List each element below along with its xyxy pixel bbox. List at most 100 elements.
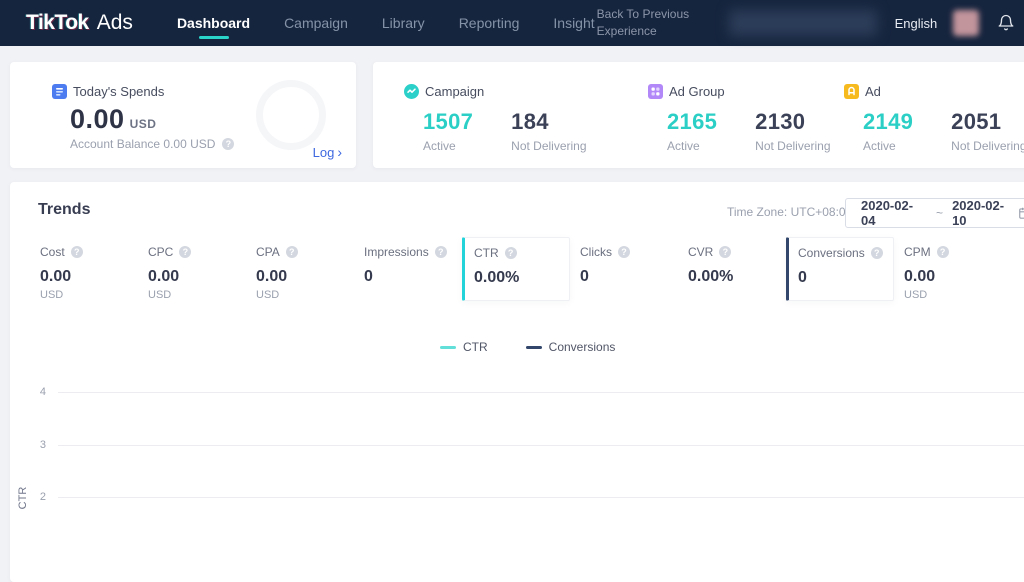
metric-unit: USD [256, 289, 354, 301]
logo-ads: Ads [97, 11, 133, 35]
metric-tile-cpm[interactable]: CPM? 0.00 USD [894, 237, 1002, 301]
metric-label: Cost [40, 245, 65, 259]
account-selector-blurred[interactable] [729, 10, 877, 36]
adgroup-nd-label: Not Delivering [755, 139, 830, 153]
language-selector[interactable]: English [895, 16, 938, 31]
info-icon[interactable]: ? [937, 246, 949, 258]
metric-label: Conversions [798, 246, 865, 260]
date-end: 2020-02-10 [952, 198, 1018, 228]
ad-active-value: 2149 [863, 109, 913, 135]
date-separator: ~ [936, 206, 943, 220]
chevron-right-icon: › [337, 144, 342, 160]
metric-unit: USD [148, 289, 246, 301]
metric-tile-clicks[interactable]: Clicks? 0 [570, 237, 678, 301]
todays-spends-card: Today's Spends 0.00USD Account Balance 0… [10, 62, 356, 168]
spend-amount: 0.00USD [70, 104, 156, 135]
notification-bell-icon[interactable] [995, 12, 1017, 34]
gridline [58, 497, 1024, 498]
metric-label: CTR [474, 246, 499, 260]
campaign-notdelivering-stat: 184 Not Delivering [511, 109, 586, 153]
date-range-picker[interactable]: 2020-02-04 ~ 2020-02-10 [845, 198, 1024, 228]
info-icon[interactable]: ? [71, 246, 83, 258]
metric-value: 0.00% [474, 269, 569, 287]
nav-tab-dashboard[interactable]: Dashboard [175, 2, 252, 44]
campaign-nd-label: Not Delivering [511, 139, 586, 153]
spends-card-title: Today's Spends [73, 84, 164, 99]
metric-value: 0 [580, 268, 678, 286]
adgroup-active-stat: 2165 Active [667, 109, 717, 153]
y-axis-tick: 4 [24, 386, 46, 398]
metric-label: Impressions [364, 245, 429, 259]
adgroup-nd-value: 2130 [755, 109, 830, 135]
trends-title: Trends [38, 201, 90, 219]
legend-label: CTR [463, 340, 488, 354]
timezone-label: Time Zone: UTC+08:00 [727, 205, 852, 219]
ad-active-label: Active [863, 139, 913, 153]
info-glyph: ? [723, 247, 729, 257]
info-glyph: ? [226, 139, 232, 149]
avatar[interactable] [953, 10, 979, 36]
info-icon[interactable]: ? [505, 247, 517, 259]
campaign-active-stat: 1507 Active [423, 109, 473, 153]
legend-item-ctr[interactable]: CTR [440, 340, 488, 354]
adgroup-stats-group: Ad Group 2165 Active 2130 Not Delivering [648, 84, 869, 153]
conversions-line-swatch [526, 346, 542, 349]
ad-nd-value: 2051 [951, 109, 1024, 135]
metric-unit: USD [40, 289, 138, 301]
metric-tile-impressions[interactable]: Impressions? 0 [354, 237, 462, 301]
nav-tab-library[interactable]: Library [380, 2, 427, 44]
logo-tiktok: TikTok [26, 11, 89, 35]
ad-icon [844, 84, 859, 99]
metric-label: CPC [148, 245, 173, 259]
log-link[interactable]: Log› [313, 144, 342, 160]
decorative-ring [256, 80, 326, 150]
ad-stats-group: Ad 2149 Active 2051 Not Delivering [844, 84, 1024, 153]
metric-tile-cvr[interactable]: CVR? 0.00% [678, 237, 786, 301]
nav-tab-reporting[interactable]: Reporting [457, 2, 522, 44]
metric-tile-ctr-selected[interactable]: CTR? 0.00% [462, 237, 570, 301]
metric-tiles-row: Cost? 0.00 USD CPC? 0.00 USD CPA? 0.00 U… [30, 237, 1002, 301]
balance-info-icon[interactable]: ? [222, 138, 234, 150]
adgroup-active-value: 2165 [667, 109, 717, 135]
metric-value: 0.00 [256, 268, 354, 286]
campaign-nd-value: 184 [511, 109, 586, 135]
info-glyph: ? [621, 247, 627, 257]
metric-label: CPM [904, 245, 931, 259]
main-nav: Dashboard Campaign Library Reporting Ins… [175, 2, 597, 44]
calendar-icon [1018, 206, 1024, 220]
ctr-line-swatch [440, 346, 456, 349]
info-icon[interactable]: ? [871, 247, 883, 259]
ad-active-stat: 2149 Active [863, 109, 913, 153]
metric-tile-cpa[interactable]: CPA? 0.00 USD [246, 237, 354, 301]
entity-stats-card: Campaign 1507 Active 184 Not Delivering … [373, 62, 1024, 168]
ad-notdelivering-stat: 2051 Not Delivering [951, 109, 1024, 153]
trends-panel: Trends Time Zone: UTC+08:00 2020-02-04 ~… [10, 182, 1024, 582]
spend-currency: USD [130, 117, 157, 131]
metric-label: Clicks [580, 245, 612, 259]
metric-tile-conversions-selected[interactable]: Conversions? 0 [786, 237, 894, 301]
campaign-icon [404, 84, 419, 99]
campaign-stats-group: Campaign 1507 Active 184 Not Delivering [404, 84, 625, 153]
nav-tab-insight[interactable]: Insight [551, 2, 596, 44]
info-glyph: ? [183, 247, 189, 257]
nav-tab-campaign[interactable]: Campaign [282, 2, 350, 44]
adgroup-icon [648, 84, 663, 99]
info-icon[interactable]: ? [618, 246, 630, 258]
campaign-group-title: Campaign [425, 84, 484, 99]
legend-item-conversions[interactable]: Conversions [526, 340, 616, 354]
info-icon[interactable]: ? [719, 246, 731, 258]
back-to-previous-link[interactable]: Back To Previous Experience [597, 6, 713, 40]
metric-tile-cost[interactable]: Cost? 0.00 USD [30, 237, 138, 301]
info-icon[interactable]: ? [179, 246, 191, 258]
metric-value: 0.00% [688, 268, 786, 286]
metric-value: 0 [364, 268, 462, 286]
metric-unit: USD [904, 289, 1002, 301]
log-label: Log [313, 145, 335, 160]
tiktok-ads-logo[interactable]: TikTok Ads [26, 11, 133, 35]
info-glyph: ? [508, 248, 514, 258]
gridline [58, 445, 1024, 446]
info-icon[interactable]: ? [286, 246, 298, 258]
info-glyph: ? [74, 247, 80, 257]
info-icon[interactable]: ? [435, 246, 447, 258]
metric-tile-cpc[interactable]: CPC? 0.00 USD [138, 237, 246, 301]
